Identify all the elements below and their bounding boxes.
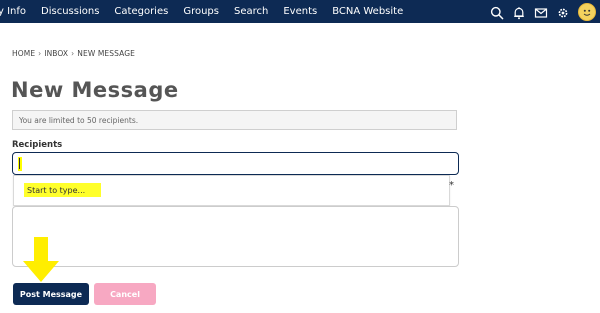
bell-icon[interactable]: [512, 5, 526, 19]
yellow-arrow-icon: [23, 237, 59, 282]
nav-item-discussions[interactable]: Discussions: [41, 6, 99, 17]
recipients-input[interactable]: [12, 152, 459, 175]
text-caret: [19, 158, 20, 169]
avatar[interactable]: [578, 2, 596, 21]
nav-item-bcna-website[interactable]: BCNA Website: [332, 6, 403, 17]
nav-icon-group: [490, 0, 596, 23]
cancel-button[interactable]: Cancel: [94, 283, 156, 305]
nav-item-events[interactable]: Events: [283, 6, 317, 17]
post-message-button[interactable]: Post Message: [13, 283, 89, 305]
required-asterisk: *: [449, 180, 454, 191]
recipients-suggestion-dropdown: Start to type...: [13, 175, 450, 206]
suggestion-hint: Start to type...: [27, 186, 86, 195]
page-title: New Message: [11, 78, 179, 102]
breadcrumb-current: NEW MESSAGE: [77, 49, 135, 58]
top-navigation-bar: y Info Discussions Categories Groups Sea…: [0, 0, 600, 23]
gear-icon[interactable]: [556, 5, 570, 19]
breadcrumb-separator: ›: [38, 49, 42, 58]
recipient-limit-notice: You are limited to 50 recipients.: [12, 110, 457, 130]
nav-item-search[interactable]: Search: [234, 6, 268, 17]
nav-item-groups[interactable]: Groups: [183, 6, 219, 17]
breadcrumb: HOME › INBOX › NEW MESSAGE: [12, 49, 135, 58]
nav-menu: y Info Discussions Categories Groups Sea…: [0, 0, 418, 23]
search-icon[interactable]: [490, 5, 504, 19]
breadcrumb-home[interactable]: HOME: [12, 49, 35, 58]
breadcrumb-separator: ›: [71, 49, 75, 58]
nav-item-categories[interactable]: Categories: [114, 6, 168, 17]
nav-item-my-info[interactable]: y Info: [0, 6, 26, 17]
breadcrumb-inbox[interactable]: INBOX: [44, 49, 68, 58]
message-body-textarea[interactable]: [12, 206, 459, 267]
mail-icon[interactable]: [534, 5, 548, 19]
recipients-label: Recipients: [12, 140, 63, 150]
